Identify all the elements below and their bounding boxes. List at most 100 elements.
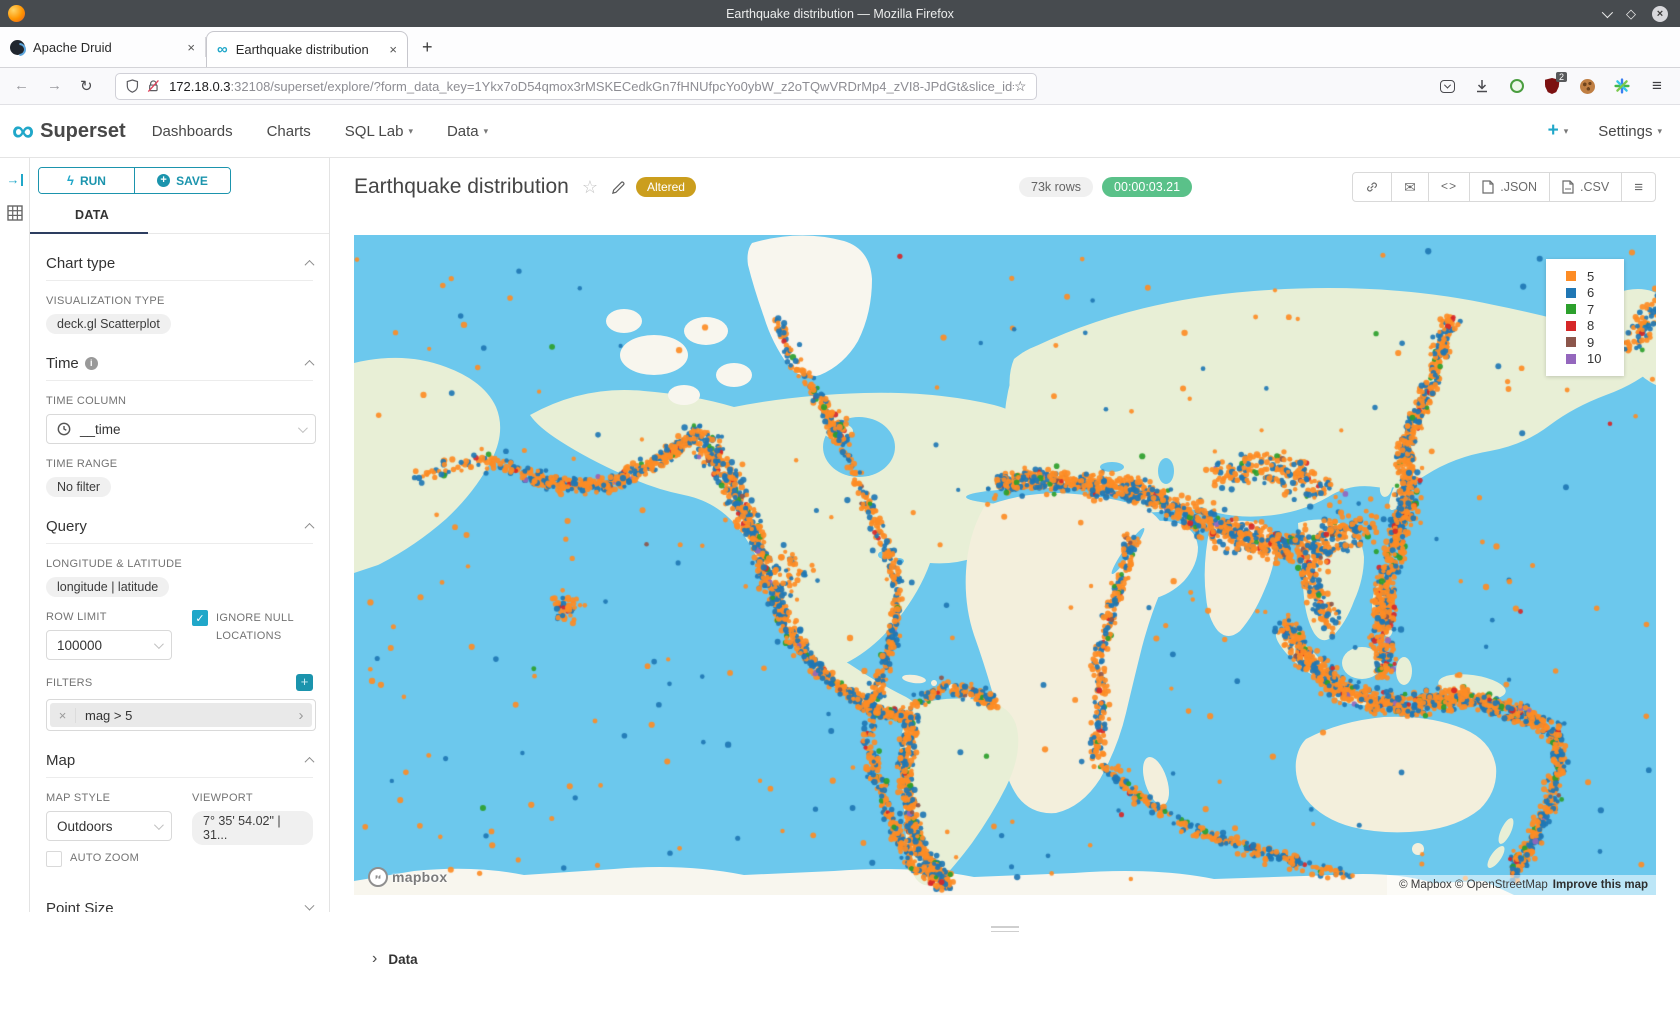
nav-item-dashboards[interactable]: Dashboards xyxy=(152,123,233,140)
window-maximize-button[interactable]: ◇ xyxy=(1626,7,1636,20)
menu-icon[interactable]: ≡ xyxy=(1648,77,1666,95)
shield-permissions-icon[interactable] xyxy=(125,78,140,94)
tab-earthquake-distribution[interactable]: ∞ Earthquake distribution × xyxy=(206,31,408,67)
nav-item-sql-lab[interactable]: SQL Lab▾ xyxy=(345,123,413,140)
bookmark-star-icon[interactable]: ☆ xyxy=(1014,78,1027,95)
section-query[interactable]: Query xyxy=(46,511,313,541)
copy-link-button[interactable] xyxy=(1353,173,1392,201)
auto-zoom-checkbox[interactable] xyxy=(46,851,62,867)
url-path: :32108/superset/explore/?form_data_key=1… xyxy=(231,79,1014,94)
chevron-down-icon xyxy=(305,900,315,910)
cookie-extension-icon[interactable] xyxy=(1578,77,1596,95)
improve-map-link[interactable]: Improve this map xyxy=(1553,879,1648,891)
legend-swatch-icon xyxy=(1566,271,1576,281)
chevron-down-icon xyxy=(154,639,164,649)
chevron-right-icon: › xyxy=(372,951,377,967)
colorful-asterisk-extension-icon[interactable] xyxy=(1613,77,1631,95)
window-close-button[interactable]: × xyxy=(1652,6,1668,22)
legend-label: 10 xyxy=(1587,351,1601,366)
mapbox-logo[interactable]: mapbox xyxy=(368,867,447,887)
link-icon xyxy=(1365,180,1379,194)
legend-entry[interactable]: 6 xyxy=(1546,285,1624,302)
map-style-select[interactable]: Outdoors xyxy=(46,811,172,841)
superset-logo-icon[interactable]: ∞ xyxy=(12,119,34,144)
filter-chip[interactable]: × mag > 5 › xyxy=(50,703,312,727)
lonlat-value[interactable]: longitude | latitude xyxy=(46,577,169,597)
time-range-value[interactable]: No filter xyxy=(46,477,111,497)
add-new-button[interactable]: +▾ xyxy=(1548,120,1569,142)
back-button[interactable]: ← xyxy=(14,77,29,95)
legend-entry[interactable]: 7 xyxy=(1546,301,1624,318)
settings-menu[interactable]: Settings▾ xyxy=(1598,123,1662,140)
pocket-icon[interactable] xyxy=(1438,77,1456,95)
email-button[interactable]: ✉ xyxy=(1392,173,1429,201)
file-icon xyxy=(1482,180,1494,194)
forward-button[interactable]: → xyxy=(47,77,62,95)
viewport-label: VIEWPORT xyxy=(192,792,313,804)
new-tab-button[interactable]: + xyxy=(422,37,433,58)
url-bar[interactable]: 172.18.0.3 :32108/superset/explore/?form… xyxy=(115,73,1037,100)
section-map[interactable]: Map xyxy=(46,745,313,775)
tab-data[interactable]: DATA xyxy=(75,208,109,222)
window-minimize-button[interactable] xyxy=(1602,7,1610,20)
viz-type-value[interactable]: deck.gl Scatterplot xyxy=(46,314,171,334)
insecure-lock-icon[interactable] xyxy=(146,78,161,94)
remove-filter-icon[interactable]: × xyxy=(50,708,76,723)
legend-label: 8 xyxy=(1587,318,1594,333)
map-legend-entries: 5678 910 xyxy=(1546,268,1624,367)
data-results-expander[interactable]: › Data xyxy=(354,951,1656,967)
add-filter-button[interactable]: + xyxy=(296,674,313,691)
reload-button[interactable]: ↻ xyxy=(80,77,93,95)
export-csv-button[interactable]: .CSV xyxy=(1550,173,1622,201)
check-icon: ✓ xyxy=(195,612,204,625)
chevron-right-icon[interactable]: › xyxy=(290,707,312,724)
section-time[interactable]: Timei xyxy=(46,348,313,378)
panel-resize-handle[interactable] xyxy=(991,926,1019,935)
legend-swatch-icon xyxy=(1566,288,1576,298)
datasource-grid-icon[interactable] xyxy=(7,205,23,221)
legend-entry[interactable]: 5 xyxy=(1546,268,1624,285)
export-json-button[interactable]: .JSON xyxy=(1470,173,1550,201)
chevron-up-icon xyxy=(305,259,315,269)
ublock-badge: 2 xyxy=(1556,72,1567,82)
more-options-button[interactable]: ≡ xyxy=(1622,173,1655,201)
ublock-shield-icon[interactable]: 2 xyxy=(1543,77,1561,95)
tab-apache-druid[interactable]: Apache Druid × xyxy=(0,27,205,67)
window-titlebar: Earthquake distribution — Mozilla Firefo… xyxy=(0,0,1680,27)
collapse-panel-icon[interactable]: → xyxy=(7,172,23,187)
superset-brand[interactable]: Superset xyxy=(40,120,126,143)
row-count-badge: 73k rows xyxy=(1019,177,1093,197)
legend-label: 9 xyxy=(1587,335,1594,350)
tab-close-icon[interactable]: × xyxy=(389,42,397,57)
deckgl-scatter-map[interactable]: 5678910 mapbox © Mapbox © OpenStreetMap … xyxy=(354,235,1656,895)
nav-item-charts[interactable]: Charts xyxy=(267,123,311,140)
embed-code-button[interactable]: <> xyxy=(1429,173,1470,201)
viewport-value[interactable]: 7° 35' 54.02" | 31... xyxy=(192,811,313,845)
download-icon[interactable] xyxy=(1473,77,1491,95)
edit-pencil-icon[interactable] xyxy=(611,180,626,195)
save-button[interactable]: + SAVE xyxy=(135,168,230,193)
ignore-null-label: IGNORE NULL LOCATIONS xyxy=(216,610,313,645)
viz-type-label: VISUALIZATION TYPE xyxy=(46,295,313,307)
legend-entry[interactable]: 9 xyxy=(1546,334,1624,351)
legend-entry[interactable]: 10 xyxy=(1546,351,1624,368)
time-column-select[interactable]: __time xyxy=(46,414,316,444)
section-point-size[interactable]: Point Size xyxy=(46,893,313,912)
filters-box: × mag > 5 › xyxy=(46,699,316,731)
tab-title: Apache Druid xyxy=(33,40,112,55)
superset-navbar: ∞ Superset Dashboards Charts SQL Lab▾ Da… xyxy=(0,105,1680,158)
divider xyxy=(46,280,313,281)
altered-badge: Altered xyxy=(636,177,696,197)
ignore-null-checkbox[interactable]: ✓ xyxy=(192,610,208,626)
extension-green-icon[interactable] xyxy=(1508,77,1526,95)
favorite-star-icon[interactable]: ☆ xyxy=(582,177,598,198)
legend-entry[interactable]: 8 xyxy=(1546,318,1624,335)
attribution-text[interactable]: © Mapbox © OpenStreetMap xyxy=(1399,879,1548,891)
row-limit-select[interactable]: 100000 xyxy=(46,630,172,660)
data-results-label: Data xyxy=(388,952,417,967)
run-button[interactable]: ϟ RUN xyxy=(39,168,135,193)
chevron-down-icon: ▾ xyxy=(1564,126,1569,137)
section-chart-type[interactable]: Chart type xyxy=(46,248,313,278)
nav-item-data[interactable]: Data▾ xyxy=(447,123,488,140)
tab-close-icon[interactable]: × xyxy=(187,40,195,55)
